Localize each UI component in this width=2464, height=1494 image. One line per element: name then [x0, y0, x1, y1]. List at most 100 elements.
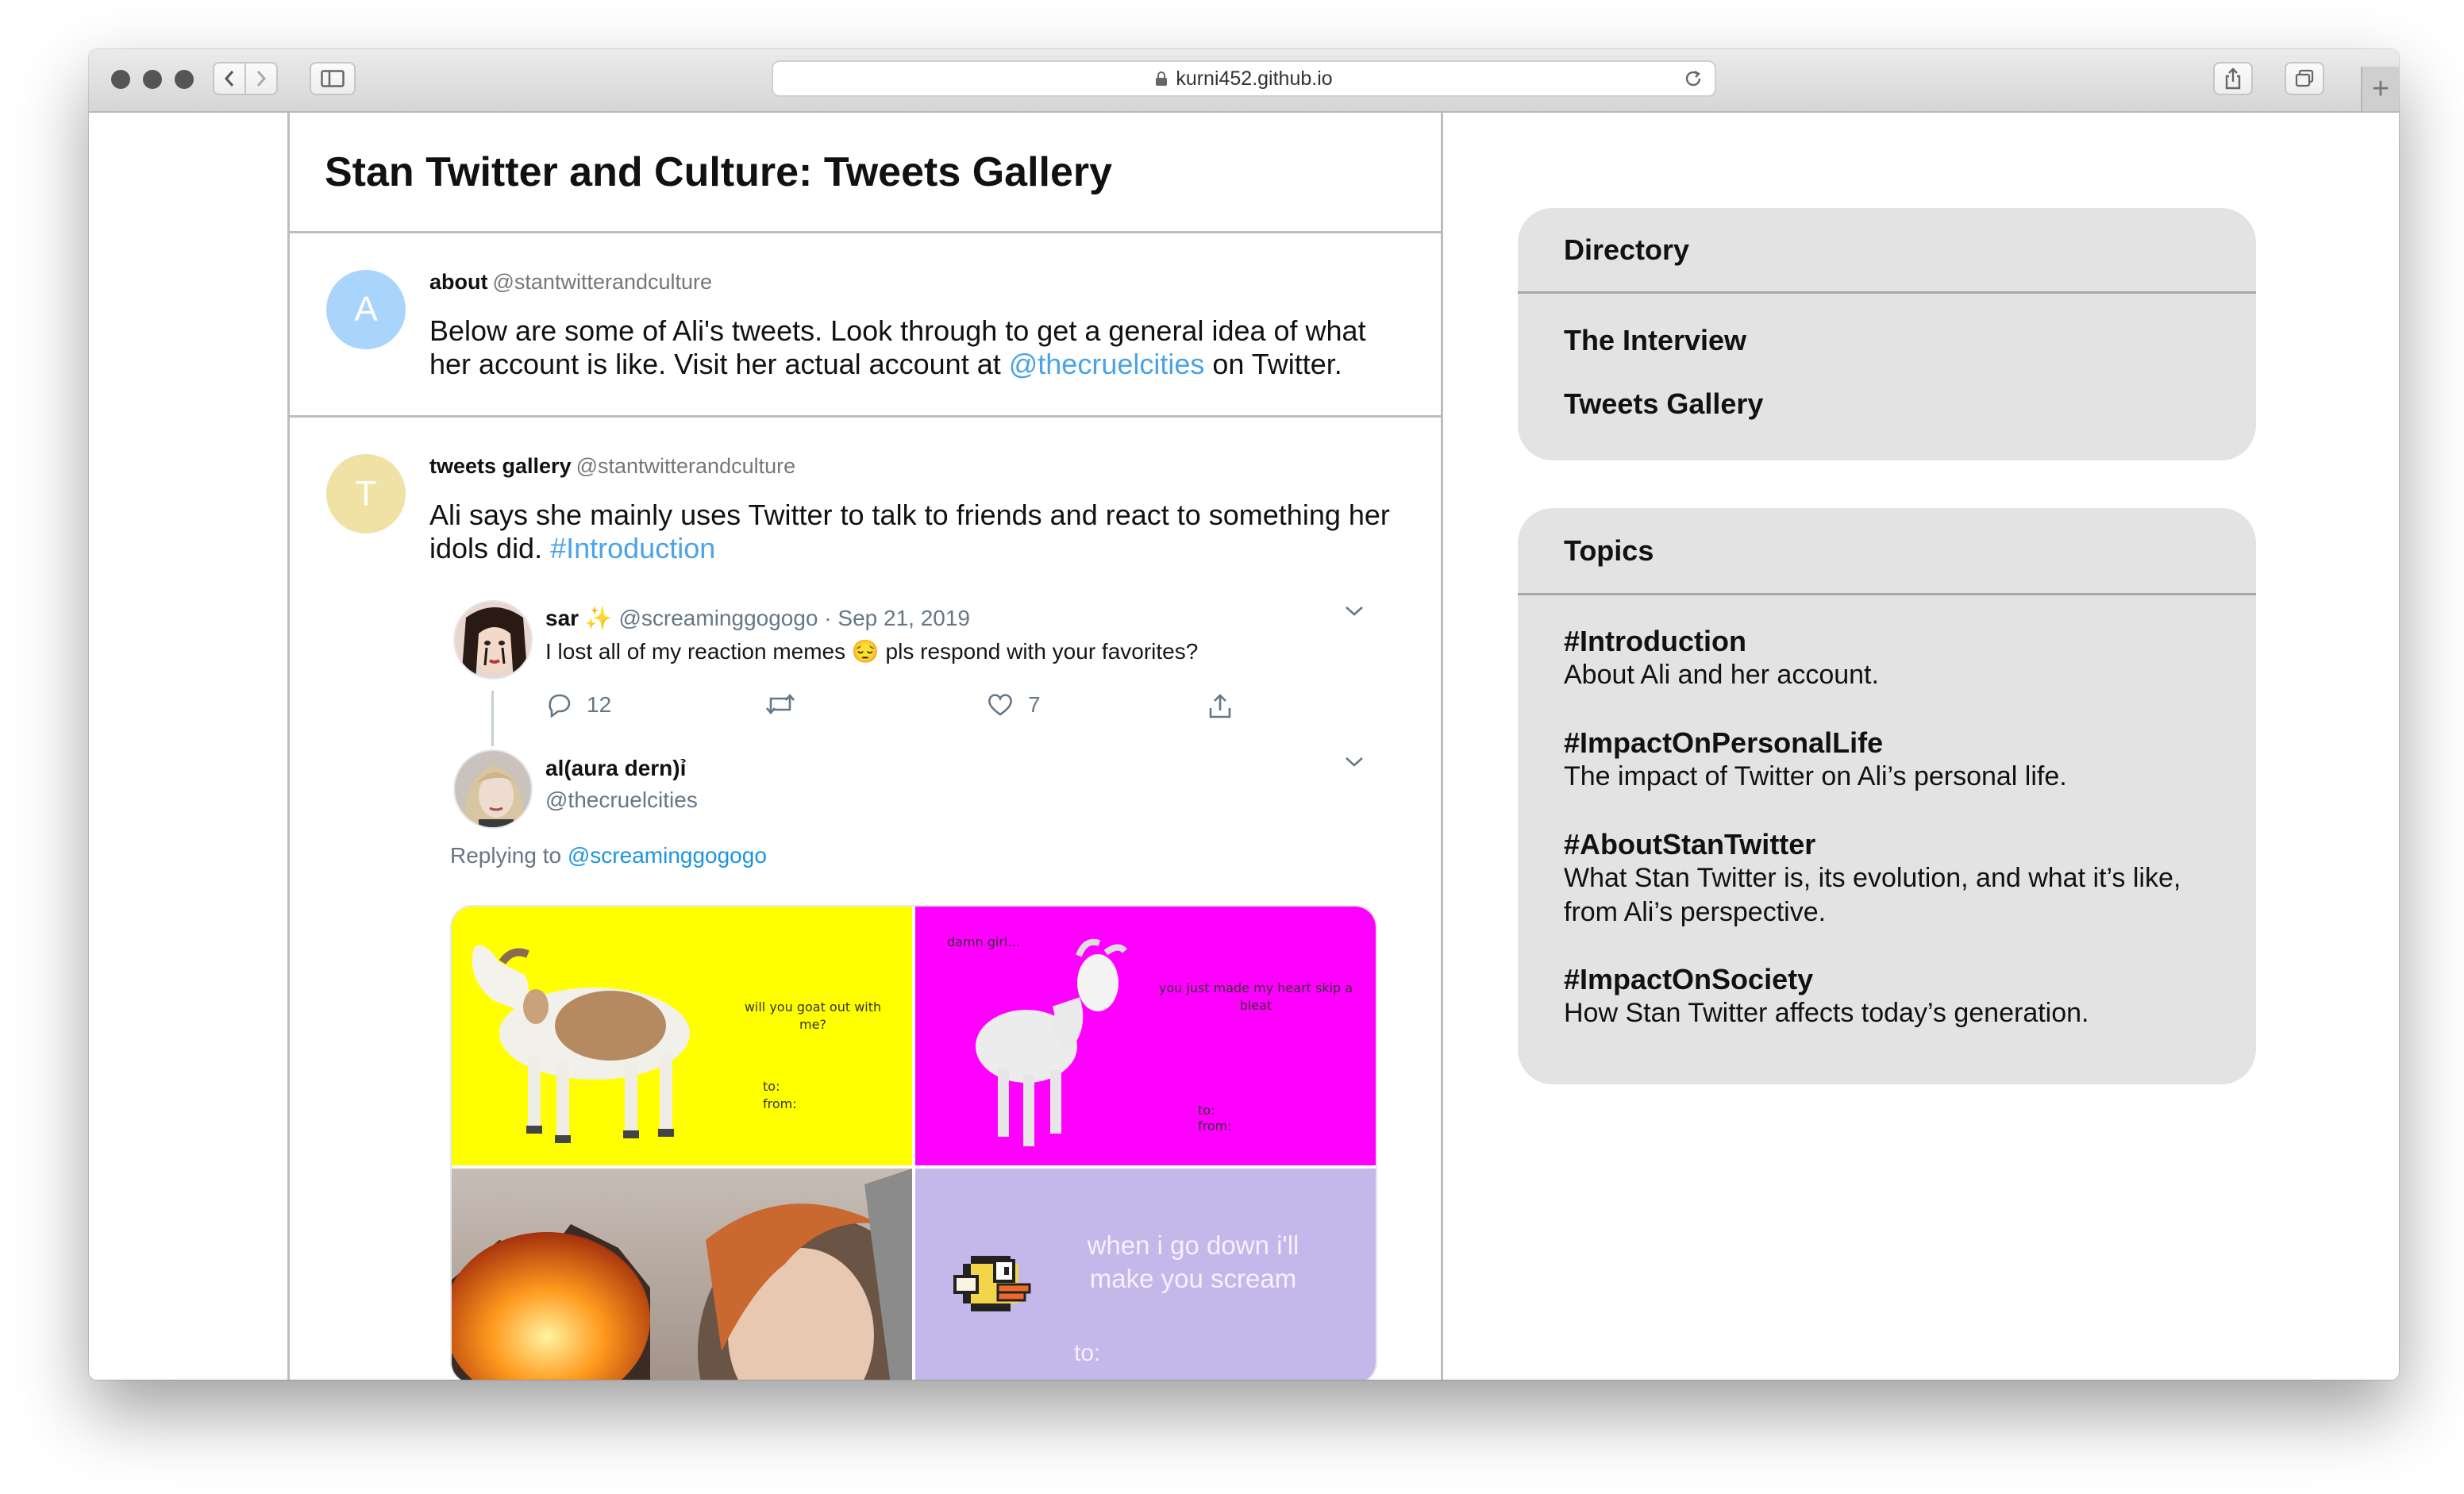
topic-tag-link[interactable]: #ImpactOnPersonalLife	[1564, 726, 2231, 760]
post-text-part: on Twitter.	[1204, 348, 1342, 380]
avatar[interactable]	[453, 749, 533, 829]
minimize-window-button[interactable]	[143, 70, 162, 89]
separator-dot: ·	[824, 606, 832, 630]
topics-card: Topics #Introduction About Ali and her a…	[1518, 508, 2256, 1084]
goat-illustration	[976, 938, 1128, 1146]
lock-icon	[1156, 71, 1168, 86]
heart-icon	[988, 694, 1012, 716]
reply-author-name[interactable]: al(aura dern)ỉ	[545, 756, 686, 781]
reply-count: 12	[587, 692, 612, 717]
tweet-media-grid: will you goat out with me? to: from: dam…	[450, 905, 1377, 1380]
post-author-handle: @stantwitterandculture	[576, 454, 796, 478]
like-count: 7	[1028, 692, 1041, 717]
avatar[interactable]	[453, 600, 533, 680]
tweet-date[interactable]: Sep 21, 2019	[837, 606, 970, 630]
replying-to-line: Replying to @screaminggogogo	[450, 843, 767, 868]
upload-icon	[1209, 694, 1231, 718]
zoom-window-button[interactable]	[175, 70, 194, 89]
close-window-button[interactable]	[111, 70, 130, 89]
reload-icon[interactable]	[1683, 68, 1704, 89]
reply-author-name-suffix: ỉ	[680, 756, 687, 780]
topics-title: Topics	[1518, 508, 2256, 595]
share-tweet-button[interactable]	[1207, 692, 1247, 719]
reply-button[interactable]: 12	[545, 692, 611, 718]
meme-from-label: from:	[1198, 1119, 1232, 1134]
meme-caption: when i go down i'll make you scream	[1058, 1229, 1328, 1296]
sidebar-toggle-button[interactable]	[310, 62, 356, 95]
gallery-post: T tweets gallery @stantwitterandculture A…	[290, 418, 1441, 1380]
address-bar[interactable]: kurni452.github.io	[772, 60, 1716, 97]
tabs-icon	[2295, 69, 2314, 87]
tweet-text-part: pls respond with your favorites?	[879, 639, 1199, 664]
meme-to-label: to:	[1074, 1340, 1101, 1366]
directory-card: Directory The Interview Tweets Gallery	[1518, 208, 2256, 460]
chevron-down-icon	[1346, 606, 1363, 616]
tweet-header: sar ✨ @screaminggogogo · Sep 21, 2019	[545, 605, 970, 631]
main-column: Stan Twitter and Culture: Tweets Gallery…	[287, 113, 1443, 1380]
avatar: A	[326, 270, 406, 349]
flappy-bird-icon	[953, 1256, 1031, 1311]
share-button[interactable]	[2213, 62, 2253, 95]
meme-from-label: from:	[763, 1096, 797, 1111]
retweet-icon	[766, 693, 795, 715]
nav-link-interview[interactable]: The Interview	[1564, 324, 1746, 357]
topic-item: #ImpactOnSociety How Stan Twitter affect…	[1564, 962, 2231, 1030]
avatar-image	[455, 751, 531, 827]
meme-to-label: to:	[763, 1079, 780, 1094]
topic-tag-link[interactable]: #AboutStanTwitter	[1564, 827, 2231, 861]
pensive-face-emoji: 😔	[851, 639, 880, 664]
reply-menu-button[interactable]	[1344, 756, 1365, 772]
topic-item: #ImpactOnPersonalLife The impact of Twit…	[1564, 726, 2231, 794]
tweet-author-handle[interactable]: @screaminggogogo	[618, 606, 818, 630]
meme-caption-line: when i go down i'll	[1087, 1230, 1299, 1260]
browser-window: kurni452.github.io + Stan Twitter and Cu…	[89, 49, 2399, 1380]
meme-caption-line: make you scream	[1089, 1264, 1297, 1293]
avatar-image	[455, 602, 531, 678]
retweet-button[interactable]	[764, 692, 810, 716]
forward-button[interactable]	[244, 62, 278, 95]
new-tab-button[interactable]: +	[2361, 67, 2399, 111]
nav-link-tweets-gallery[interactable]: Tweets Gallery	[1564, 387, 1763, 421]
meme-caption: you just made my heart skip a bleat	[1158, 980, 1353, 1013]
chevron-down-icon	[1346, 757, 1363, 767]
topic-tag-link[interactable]: #Introduction	[1564, 624, 2231, 658]
tweet-actions: 12 7	[545, 692, 1244, 724]
disaster-meme-image[interactable]	[452, 1169, 912, 1380]
goat-illustration	[472, 945, 690, 1143]
topic-description: The impact of Twitter on Ali’s personal …	[1564, 761, 2067, 791]
tweet-text: I lost all of my reaction memes 😔 pls re…	[545, 638, 1198, 664]
topic-item: #AboutStanTwitter What Stan Twitter is, …	[1564, 827, 2231, 930]
topic-description: What Stan Twitter is, its evolution, and…	[1564, 863, 2181, 927]
post-text: Below are some of Ali's tweets. Look thr…	[429, 314, 1406, 381]
back-button[interactable]	[213, 62, 246, 95]
meme-caption: will you goat out with me?	[744, 999, 882, 1032]
post-header: tweets gallery @stantwitterandculture	[429, 454, 795, 479]
directory-title: Directory	[1518, 208, 2256, 294]
thecruelcities-link[interactable]: @thecruelcities	[1009, 348, 1205, 380]
tweet-text-part: I lost all of my reaction memes	[545, 639, 852, 664]
tweet-menu-button[interactable]	[1344, 605, 1365, 622]
goat-valentine-image-1[interactable]: will you goat out with me? to: from:	[452, 907, 912, 1165]
post-author-name: about	[429, 270, 488, 294]
topic-item: #Introduction About Ali and her account.	[1564, 624, 2231, 692]
sparkles-icon: ✨	[584, 606, 613, 630]
page-viewport: Stan Twitter and Culture: Tweets Gallery…	[89, 113, 2399, 1380]
thread-line	[491, 691, 494, 746]
tweet-author-name[interactable]: sar	[545, 606, 579, 630]
avatar: T	[326, 454, 406, 533]
chevron-left-icon	[224, 71, 234, 87]
browser-toolbar: kurni452.github.io +	[89, 49, 2399, 113]
reply-author-handle[interactable]: @thecruelcities	[545, 787, 698, 813]
topic-tag-link[interactable]: #ImpactOnSociety	[1564, 962, 2231, 996]
tabs-overview-button[interactable]	[2285, 62, 2324, 95]
goat-valentine-image-2[interactable]: damn girl... you just made my heart skip…	[915, 907, 1376, 1165]
post-author-handle: @stantwitterandculture	[492, 270, 713, 294]
flappy-bird-meme-image[interactable]: when i go down i'll make you scream to:	[915, 1169, 1376, 1380]
fire-photo	[452, 1169, 912, 1380]
replying-to-link[interactable]: @screaminggogogo	[568, 843, 767, 868]
post-text: Ali says she mainly uses Twitter to talk…	[429, 499, 1398, 565]
introduction-hashtag-link[interactable]: #Introduction	[550, 532, 715, 564]
like-button[interactable]: 7	[987, 692, 1041, 718]
post-author-name: tweets gallery	[429, 454, 572, 478]
reply-author-name-text: al(aura dern)	[545, 756, 680, 780]
